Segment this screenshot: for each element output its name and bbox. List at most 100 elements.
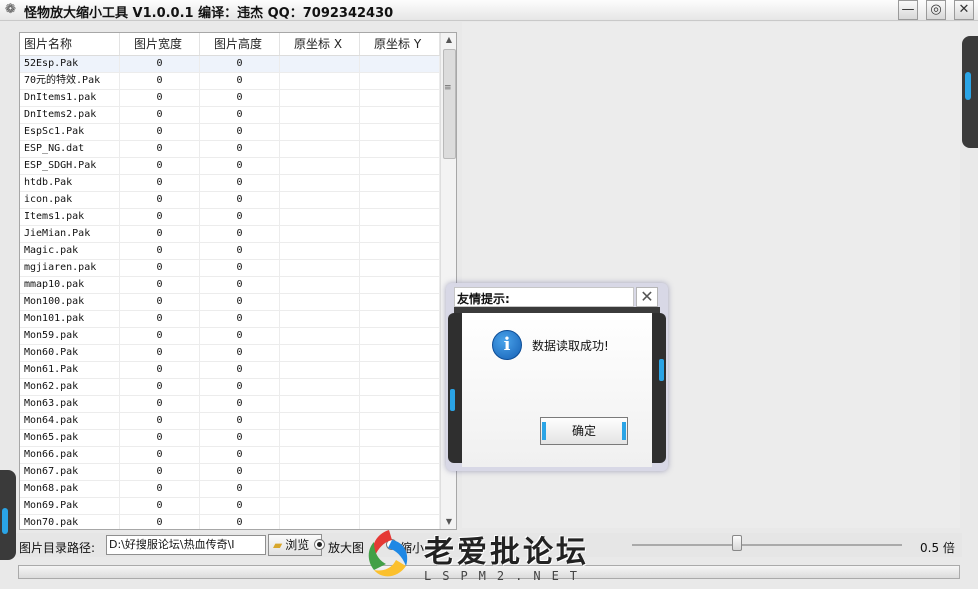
cell-height: 0 (200, 141, 280, 157)
title-bar: ❁ 怪物放大缩小工具 V1.0.0.1 编译：违杰 QQ：7092342430 … (0, 0, 978, 21)
cell-width: 0 (120, 124, 200, 140)
enlarge-radio-label[interactable]: 放大图 (328, 539, 364, 556)
table-header: 图片名称 图片宽度 图片高度 原坐标 X 原坐标 Y (20, 33, 440, 56)
cell-x (280, 413, 360, 429)
dialog-close-button[interactable]: ✕ (636, 287, 658, 307)
cell-x (280, 209, 360, 225)
table-row[interactable]: 70元的特效.Pak 0 0 (20, 73, 440, 90)
table-row[interactable]: mmap10.pak 0 0 (20, 277, 440, 294)
table-row[interactable]: Mon61.Pak 0 0 (20, 362, 440, 379)
cell-y (360, 430, 440, 446)
table-row[interactable]: Mon101.pak 0 0 (20, 311, 440, 328)
cell-height: 0 (200, 124, 280, 140)
table-row[interactable]: Magic.pak 0 0 (20, 243, 440, 260)
cell-y (360, 277, 440, 293)
cell-width: 0 (120, 260, 200, 276)
path-input[interactable]: D:\好搜服论坛\热血传奇\I (106, 535, 266, 555)
cell-name: JieMian.Pak (20, 226, 120, 242)
cell-y (360, 124, 440, 140)
scroll-thumb[interactable] (443, 49, 456, 159)
cell-y (360, 73, 440, 89)
image-list-table[interactable]: 图片名称 图片宽度 图片高度 原坐标 X 原坐标 Y 52Esp.Pak 0 0 70… (19, 32, 457, 530)
table-row[interactable]: Mon65.pak 0 0 (20, 430, 440, 447)
cell-x (280, 243, 360, 259)
table-row[interactable]: Mon68.pak 0 0 (20, 481, 440, 498)
table-row[interactable]: Mon62.pak 0 0 (20, 379, 440, 396)
table-row[interactable]: DnItems1.pak 0 0 (20, 90, 440, 107)
cell-name: Items1.pak (20, 209, 120, 225)
cell-y (360, 413, 440, 429)
zoom-slider-thumb[interactable] (732, 535, 742, 551)
cell-name: htdb.Pak (20, 175, 120, 191)
cell-y (360, 192, 440, 208)
cell-x (280, 277, 360, 293)
cell-y (360, 226, 440, 242)
table-row[interactable]: JieMian.Pak 0 0 (20, 226, 440, 243)
cell-name: Mon59.pak (20, 328, 120, 344)
table-row[interactable]: Mon67.pak 0 0 (20, 464, 440, 481)
table-row[interactable]: Mon59.pak 0 0 (20, 328, 440, 345)
cell-height: 0 (200, 430, 280, 446)
close-button[interactable]: ✕ (954, 0, 974, 20)
cell-x (280, 464, 360, 480)
cell-width: 0 (120, 73, 200, 89)
cell-name: mmap10.pak (20, 277, 120, 293)
zoom-slider-track[interactable] (632, 544, 902, 546)
cell-x (280, 158, 360, 174)
column-header-name[interactable]: 图片名称 (20, 33, 120, 55)
table-row[interactable]: ESP_NG.dat 0 0 (20, 141, 440, 158)
minimize-button[interactable]: — (898, 0, 918, 20)
column-header-width[interactable]: 图片宽度 (120, 33, 200, 55)
cell-x (280, 192, 360, 208)
table-row[interactable]: DnItems2.pak 0 0 (20, 107, 440, 124)
table-row[interactable]: Mon100.pak 0 0 (20, 294, 440, 311)
cell-x (280, 73, 360, 89)
browse-label: 浏览 (285, 538, 310, 552)
cell-y (360, 243, 440, 259)
table-row[interactable]: Mon60.Pak 0 0 (20, 345, 440, 362)
table-row[interactable]: Items1.pak 0 0 (20, 209, 440, 226)
cell-x (280, 260, 360, 276)
watermark-logo-icon (368, 530, 408, 577)
cell-name: DnItems2.pak (20, 107, 120, 123)
watermark-text: 老爱批论坛 (424, 535, 589, 570)
cell-name: Mon64.pak (20, 413, 120, 429)
cell-name: Mon69.Pak (20, 498, 120, 514)
cell-x (280, 141, 360, 157)
cell-height: 0 (200, 243, 280, 259)
cell-width: 0 (120, 90, 200, 106)
cell-width: 0 (120, 243, 200, 259)
cell-width: 0 (120, 464, 200, 480)
table-row[interactable]: Mon69.Pak 0 0 (20, 498, 440, 515)
column-header-x[interactable]: 原坐标 X (280, 33, 360, 55)
table-row[interactable]: mgjiaren.pak 0 0 (20, 260, 440, 277)
cell-name: Mon61.Pak (20, 362, 120, 378)
cell-x (280, 379, 360, 395)
table-row[interactable]: Mon66.pak 0 0 (20, 447, 440, 464)
table-row[interactable]: htdb.Pak 0 0 (20, 175, 440, 192)
watermark-subtext: LSPM2.NET (424, 569, 589, 583)
cell-width: 0 (120, 345, 200, 361)
info-icon: i (492, 330, 522, 360)
table-row[interactable]: Mon64.pak 0 0 (20, 413, 440, 430)
restore-button[interactable]: ◎ (926, 0, 946, 20)
ok-button[interactable]: 确定 (540, 417, 628, 445)
cell-width: 0 (120, 481, 200, 497)
cell-y (360, 328, 440, 344)
table-row[interactable]: Mon63.pak 0 0 (20, 396, 440, 413)
cell-height: 0 (200, 158, 280, 174)
enlarge-radio[interactable] (314, 539, 325, 550)
cell-x (280, 294, 360, 310)
column-header-y[interactable]: 原坐标 Y (360, 33, 440, 55)
table-row[interactable]: 52Esp.Pak 0 0 (20, 56, 440, 73)
table-row[interactable]: icon.pak 0 0 (20, 192, 440, 209)
cell-x (280, 328, 360, 344)
table-row[interactable]: EspSc1.Pak 0 0 (20, 124, 440, 141)
cell-height: 0 (200, 464, 280, 480)
table-row[interactable]: ESP_SDGH.Pak 0 0 (20, 158, 440, 175)
cell-y (360, 107, 440, 123)
cell-name: Mon60.Pak (20, 345, 120, 361)
column-header-height[interactable]: 图片高度 (200, 33, 280, 55)
cell-x (280, 107, 360, 123)
scroll-up-icon[interactable]: ▲ (441, 33, 456, 47)
